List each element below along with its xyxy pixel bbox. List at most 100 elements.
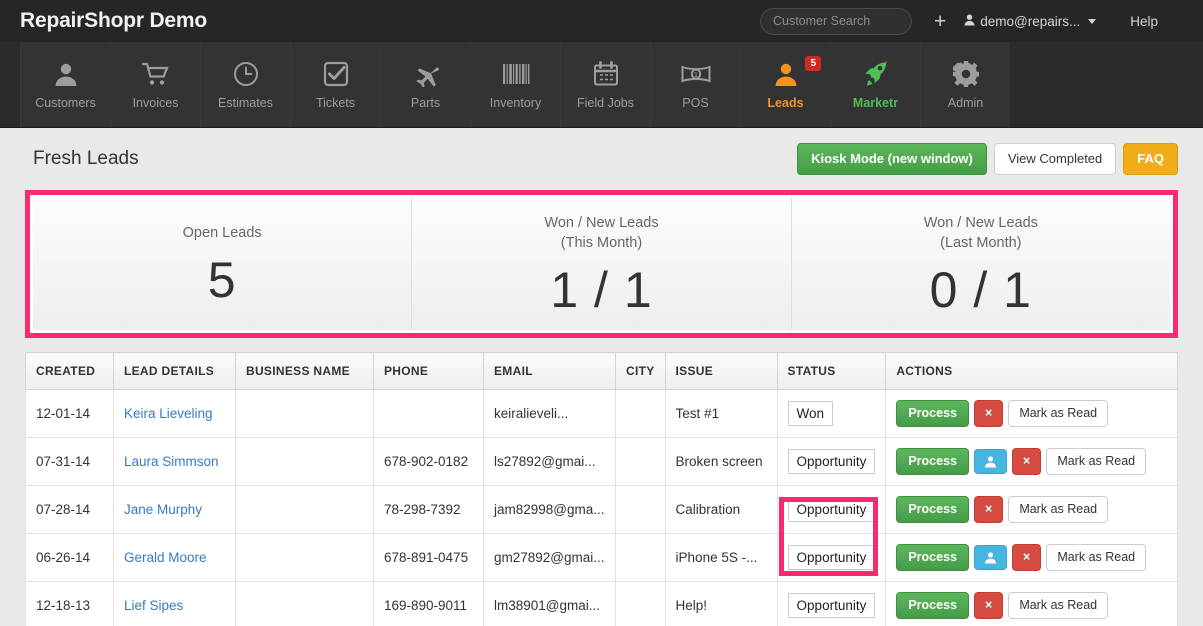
mark-as-read-button[interactable]: Mark as Read	[1008, 400, 1108, 427]
mark-as-read-button[interactable]: Mark as Read	[1008, 592, 1108, 619]
col-phone[interactable]: PHONE	[374, 353, 484, 390]
mark-as-read-button[interactable]: Mark as Read	[1046, 544, 1146, 571]
cell-actions: Process ×Mark as Read	[886, 438, 1178, 486]
cell-lead-details-value[interactable]: Keira Lieveling	[124, 406, 213, 421]
cell-status-value: Won	[788, 401, 834, 426]
cell-phone: 78-298-7392	[374, 486, 484, 534]
rocket-icon	[863, 60, 889, 88]
nav-item-tickets[interactable]: Tickets	[290, 42, 380, 127]
top-bar-right: + demo@repairs... Help	[760, 0, 1203, 42]
nav-item-estimates[interactable]: Estimates	[200, 42, 290, 127]
mark-as-read-button[interactable]: Mark as Read	[1008, 496, 1108, 523]
delete-button[interactable]: ×	[1012, 448, 1041, 475]
cell-status-value: Opportunity	[788, 545, 876, 570]
col-lead-details[interactable]: LEAD DETAILS	[114, 353, 236, 390]
view-completed-button[interactable]: View Completed	[994, 143, 1116, 175]
nav-item-marketr[interactable]: Marketr	[830, 42, 920, 127]
table-row: 07-28-14Jane Murphy78-298-7392jam82998@g…	[26, 486, 1178, 534]
help-link[interactable]: Help	[1130, 14, 1158, 29]
convert-to-customer-button[interactable]	[974, 449, 1007, 474]
cell-lead-details-value[interactable]: Laura Simmson	[124, 454, 219, 469]
leads-table-head: CREATED LEAD DETAILS BUSINESS NAME PHONE…	[26, 353, 1178, 390]
col-email[interactable]: EMAIL	[484, 353, 616, 390]
table-header-row: CREATED LEAD DETAILS BUSINESS NAME PHONE…	[26, 353, 1178, 390]
stat-sublabel: (This Month)	[561, 233, 642, 253]
process-button[interactable]: Process	[896, 544, 969, 571]
cell-phone	[374, 390, 484, 438]
table-row: 07-31-14Laura Simmson678-902-0182ls27892…	[26, 438, 1178, 486]
page-content: Fresh Leads Kiosk Mode (new window) View…	[0, 128, 1203, 626]
cell-status: Won	[777, 390, 886, 438]
cell-email: lm38901@gmai...	[484, 582, 616, 626]
cell-email: jam82998@gma...	[484, 486, 616, 534]
app-brand: RepairShopr Demo	[20, 9, 207, 33]
user-menu[interactable]: demo@repairs...	[964, 14, 1096, 29]
process-button[interactable]: Process	[896, 592, 969, 619]
cell-email: ls27892@gmai...	[484, 438, 616, 486]
nav-item-admin[interactable]: Admin	[920, 42, 1010, 127]
process-button[interactable]: Process	[896, 400, 969, 427]
col-status[interactable]: STATUS	[777, 353, 886, 390]
stat-label: Won / New Leads	[544, 213, 658, 233]
stat-label: Won / New Leads	[924, 213, 1038, 233]
cart-icon	[142, 60, 170, 88]
kiosk-mode-button[interactable]: Kiosk Mode (new window)	[797, 143, 987, 175]
table-row: 06-26-14 Gerald Moore 678-891-0475gm27892@…	[26, 534, 1178, 582]
cell-business-name	[236, 486, 374, 534]
clock-icon	[233, 60, 259, 88]
stat-won-new-last-month: Won / New Leads (Last Month) 0 / 1	[791, 198, 1170, 330]
customer-search-input[interactable]	[760, 8, 912, 35]
faq-button[interactable]: FAQ	[1123, 143, 1178, 175]
nav-item-leads[interactable]: 5 Leads	[740, 42, 830, 127]
delete-button[interactable]: ×	[974, 400, 1003, 427]
gear-icon	[953, 60, 979, 88]
cell-phone: 678-891-0475	[374, 534, 484, 582]
nav-item-pos[interactable]: 1 POS	[650, 42, 740, 127]
user-menu-label: demo@repairs...	[980, 14, 1080, 29]
leads-table-body: 12-01-14Keira Lievelingkeiralieveli...Te…	[26, 390, 1178, 626]
cell-business-name	[236, 582, 374, 626]
cell-city	[616, 390, 666, 438]
cell-created: 12-01-14	[26, 390, 114, 438]
svg-text:1: 1	[693, 71, 697, 79]
cell-lead-details: Laura Simmson	[114, 438, 236, 486]
cell-issue: Help!	[665, 582, 777, 626]
nav-item-inventory[interactable]: Inventory	[470, 42, 560, 127]
cell-lead-details-value[interactable]: Jane Murphy	[124, 502, 202, 517]
stat-sublabel: (Last Month)	[940, 233, 1021, 253]
nav-item-parts[interactable]: Parts	[380, 42, 470, 127]
nav-item-customers[interactable]: Customers	[20, 42, 110, 127]
user-icon	[964, 14, 975, 29]
col-actions[interactable]: ACTIONS	[886, 353, 1178, 390]
process-button[interactable]: Process	[896, 496, 969, 523]
col-city[interactable]: CITY	[616, 353, 666, 390]
delete-button[interactable]: ×	[974, 592, 1003, 619]
process-button[interactable]: Process	[896, 448, 969, 475]
col-business-name[interactable]: BUSINESS NAME	[236, 353, 374, 390]
nav-label: Field Jobs	[577, 96, 634, 110]
cell-status: Opportunity	[777, 438, 886, 486]
delete-button[interactable]: ×	[974, 496, 1003, 523]
nav-label: Customers	[35, 96, 95, 110]
cell-email: gm27892@gmai...	[484, 534, 616, 582]
nav-label: Marketr	[853, 96, 898, 110]
nav-label: Invoices	[133, 96, 179, 110]
nav-item-field-jobs[interactable]: Field Jobs	[560, 42, 650, 127]
col-issue[interactable]: ISSUE	[665, 353, 777, 390]
cell-issue: Broken screen	[665, 438, 777, 486]
nav-label: Leads	[767, 96, 803, 110]
top-bar: RepairShopr Demo + demo@repairs... Help	[0, 0, 1203, 42]
nav-left-spacer	[0, 42, 20, 127]
main-nav: Customers Invoices Estimates Tickets Par…	[0, 42, 1203, 128]
delete-button[interactable]: ×	[1012, 544, 1041, 571]
convert-to-customer-button[interactable]	[974, 545, 1007, 570]
cell-status-value: Opportunity	[788, 449, 876, 474]
cell-lead-details-value[interactable]: Lief Sipes	[124, 598, 183, 613]
page-title: Fresh Leads	[33, 148, 139, 170]
col-created[interactable]: CREATED	[26, 353, 114, 390]
cell-created: 06-26-14	[26, 534, 114, 582]
add-new-button[interactable]: +	[934, 11, 946, 32]
mark-as-read-button[interactable]: Mark as Read	[1046, 448, 1146, 475]
cell-lead-details-value[interactable]: Gerald Moore	[124, 550, 207, 565]
nav-item-invoices[interactable]: Invoices	[110, 42, 200, 127]
